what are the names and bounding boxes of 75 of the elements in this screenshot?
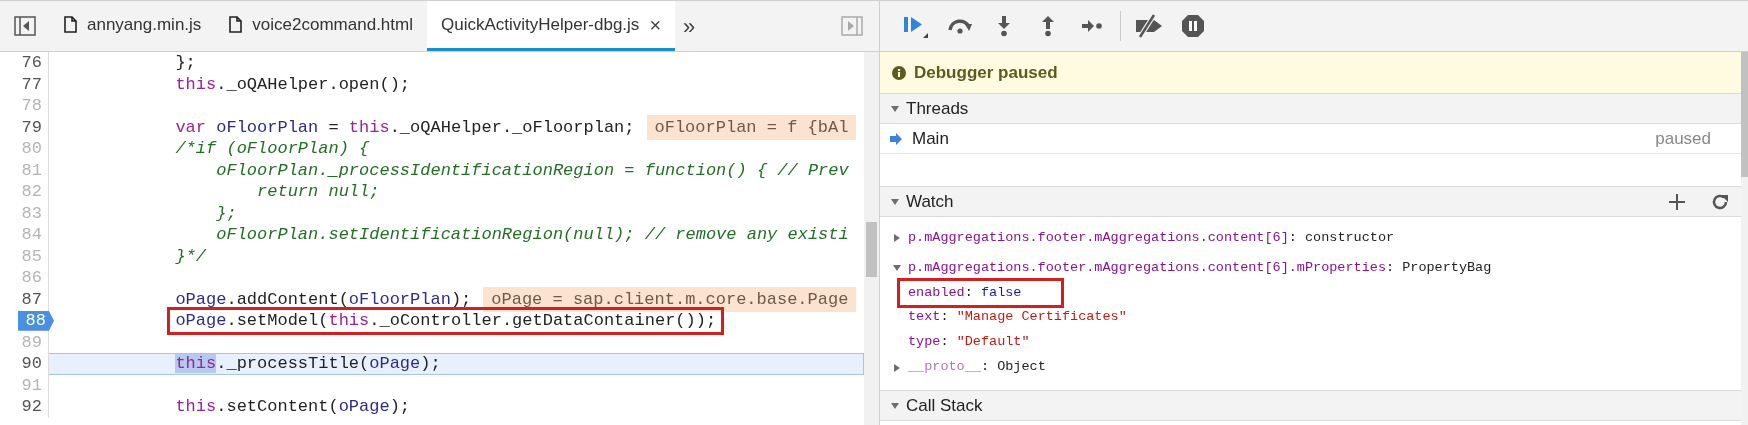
thread-name: Main bbox=[912, 127, 949, 150]
banner-text: Debugger paused bbox=[914, 61, 1058, 84]
code-text: }; bbox=[174, 52, 196, 74]
file-tab[interactable]: QuickActivityHelper-dbg.js × bbox=[426, 1, 676, 51]
inline-value-badge: oPage = sap.client.m.core.base.Page bbox=[483, 286, 857, 312]
line-number: 79 bbox=[21, 116, 43, 139]
more-tabs-button[interactable]: » bbox=[675, 1, 704, 51]
code-text: this.setContent(oPage); bbox=[174, 396, 411, 418]
line-number: 91 bbox=[21, 374, 43, 397]
sidebar-toggle-icon[interactable] bbox=[14, 16, 36, 36]
line-number: 82 bbox=[21, 181, 43, 203]
crossed-breakpoint-icon bbox=[1134, 14, 1164, 38]
line-number: 87 bbox=[21, 288, 43, 311]
watch-expression-text: p.mAggregations.footer.mAggregations.content[6]: constructor bbox=[908, 228, 1395, 247]
code-text: }*/ bbox=[174, 245, 207, 268]
line-number: 83 bbox=[21, 202, 43, 225]
expanded-triangle-icon[interactable] bbox=[890, 196, 900, 207]
code-text: var oFloorPlan = this._oQAHelper._oFloorplan; bbox=[174, 116, 635, 139]
collapsed-triangle-icon[interactable] bbox=[892, 233, 902, 243]
code-text: }; bbox=[215, 202, 237, 225]
code-text: oFloorPlan.setIdentificationRegion(null); // remove any existi bbox=[215, 224, 849, 246]
info-icon bbox=[892, 65, 906, 80]
inline-value-badge: oFloorPlan = f {bAl bbox=[646, 114, 857, 140]
file-tab[interactable]: annyang.min.js bbox=[50, 1, 216, 51]
current-thread-arrow-icon bbox=[890, 132, 902, 145]
watch-property: type: "Default" bbox=[908, 333, 1030, 352]
code-text: this._oQAHelper.open(); bbox=[174, 73, 411, 96]
expanded-triangle-icon[interactable] bbox=[892, 263, 902, 273]
scrollbar-thumb[interactable] bbox=[866, 222, 877, 277]
line-number: 78 bbox=[21, 95, 43, 117]
file-icon bbox=[64, 16, 77, 33]
code-text: oPage.setModel(this._oController.getDataContainer()); bbox=[167, 306, 725, 335]
section-title: Threads bbox=[906, 97, 969, 120]
octagon-pause-icon bbox=[1181, 14, 1205, 38]
close-tab-button[interactable]: × bbox=[649, 14, 662, 35]
step-out-icon bbox=[1041, 15, 1055, 37]
section-header[interactable]: Watch bbox=[880, 186, 1741, 217]
panel-toggle-icon[interactable] bbox=[841, 16, 863, 36]
section-header[interactable]: Threads bbox=[880, 93, 1741, 124]
watch-expression[interactable]: p.mAggregations.footer.mAggregations.content[6]: constructor bbox=[880, 226, 1741, 250]
watch-expression[interactable]: p.mAggregations.footer.mAggregations.content[6].mProperties: PropertyBag bbox=[880, 256, 1741, 280]
code-text: this._processTitle(oPage); bbox=[175, 353, 441, 375]
line-number: 81 bbox=[21, 159, 43, 182]
refresh-icon[interactable] bbox=[1711, 192, 1729, 211]
line-number: 90 bbox=[21, 353, 43, 375]
code-text: /*if (oFloorPlan) { bbox=[174, 138, 370, 160]
thread-status: paused bbox=[1655, 127, 1711, 150]
expanded-triangle-icon[interactable] bbox=[890, 400, 900, 411]
watch-property: __proto__: Object bbox=[908, 358, 1046, 377]
step-icon bbox=[1081, 19, 1103, 33]
line-number: 85 bbox=[21, 245, 43, 268]
collapsed-triangle-icon[interactable] bbox=[892, 362, 902, 373]
step-into-icon bbox=[997, 15, 1011, 37]
code-text: return null; bbox=[256, 181, 380, 203]
line-number: 86 bbox=[21, 267, 43, 289]
file-icon bbox=[229, 16, 243, 33]
file-tab[interactable]: voice2command.html bbox=[215, 1, 427, 51]
line-number: 84 bbox=[21, 224, 43, 246]
watch-property: text: "Manage Certificates" bbox=[908, 308, 1127, 327]
expanded-triangle-icon[interactable] bbox=[890, 103, 900, 114]
section-header[interactable]: Call Stack bbox=[880, 390, 1741, 421]
step-over-icon bbox=[946, 16, 974, 36]
code-text: oFloorPlan._processIdentificationRegion = function() { // Prev bbox=[215, 159, 849, 182]
line-number: 92 bbox=[21, 396, 43, 418]
scrollbar-thumb[interactable] bbox=[1741, 52, 1748, 177]
thread-row[interactable]: Main paused bbox=[880, 124, 1741, 154]
section-title: Call Stack bbox=[906, 394, 983, 417]
line-number: 80 bbox=[21, 138, 43, 160]
line-number: 77 bbox=[21, 73, 43, 96]
section-title: Watch bbox=[906, 190, 954, 213]
line-number: 76 bbox=[21, 52, 43, 74]
add-icon[interactable] bbox=[1669, 193, 1685, 210]
watch-property: enabled: false bbox=[897, 277, 1065, 308]
line-number: 89 bbox=[21, 331, 43, 354]
watch-expression-text: p.mAggregations.footer.mAggregations.content[6].mProperties: PropertyBag bbox=[908, 258, 1492, 277]
